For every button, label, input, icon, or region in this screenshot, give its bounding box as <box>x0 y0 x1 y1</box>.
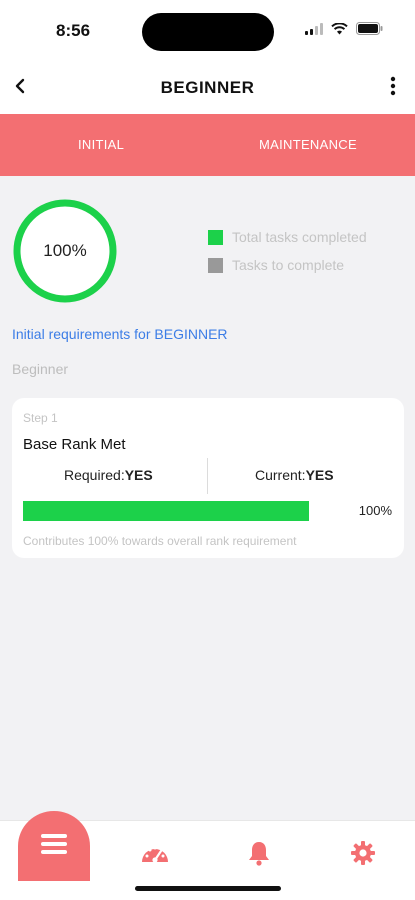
progress-percent: 100% <box>43 241 87 260</box>
tab-maintenance[interactable]: MAINTENANCE <box>259 137 357 152</box>
bell-icon <box>247 840 271 871</box>
home-indicator <box>135 886 281 891</box>
required-status: Required:YES <box>64 467 153 483</box>
current-label: Current: <box>255 467 306 483</box>
legend-label-to-complete: Tasks to complete <box>232 257 345 273</box>
tab-initial[interactable]: INITIAL <box>78 137 124 152</box>
battery-icon <box>356 22 383 40</box>
status-time: 8:56 <box>56 21 91 40</box>
nav-item-notifications[interactable] <box>243 841 275 869</box>
legend-swatch-completed <box>208 229 223 245</box>
more-options-button[interactable] <box>379 74 407 102</box>
nav-item-settings[interactable] <box>347 840 379 870</box>
status-icons <box>305 22 383 40</box>
required-label: Required: <box>64 467 125 483</box>
step-progress-percent: 100% <box>358 503 392 518</box>
initial-requirements-link[interactable]: Initial requirements for BEGINNER <box>12 326 228 342</box>
gauge-icon <box>140 842 170 869</box>
required-value: YES <box>124 467 153 483</box>
legend-swatch-to-complete <box>208 257 223 273</box>
section-label: Beginner <box>12 361 69 377</box>
nav-item-dashboard[interactable] <box>139 841 171 869</box>
dynamic-island <box>142 13 274 51</box>
list-icon <box>41 833 67 859</box>
legend-label-completed: Total tasks completed <box>232 229 367 245</box>
legend-item-completed: Total tasks completed <box>208 229 367 245</box>
step-title: Base Rank Met <box>23 436 126 453</box>
step-progress-fill <box>23 501 309 521</box>
step-card: Step 1 Base Rank Met Required:YES Curren… <box>12 398 404 558</box>
step-label: Step 1 <box>23 411 58 425</box>
column-divider <box>207 458 208 494</box>
gear-icon <box>351 840 375 870</box>
step-progress-bar <box>23 501 309 521</box>
page-title: BEGINNER <box>160 78 255 97</box>
status-bar: 8:56 <box>0 0 415 62</box>
legend-item-to-complete: Tasks to complete <box>208 257 344 273</box>
vertical-ellipsis-icon <box>390 76 396 101</box>
current-status: Current:YES <box>255 467 334 483</box>
cellular-signal-icon <box>305 22 323 40</box>
tab-bar: INITIAL MAINTENANCE <box>0 114 415 176</box>
contribution-text: Contributes 100% towards overall rank re… <box>23 534 297 548</box>
nav-item-list[interactable] <box>18 811 90 881</box>
navigation-bar: BEGINNER <box>0 62 415 114</box>
wifi-icon <box>331 22 348 40</box>
current-value: YES <box>305 467 334 483</box>
